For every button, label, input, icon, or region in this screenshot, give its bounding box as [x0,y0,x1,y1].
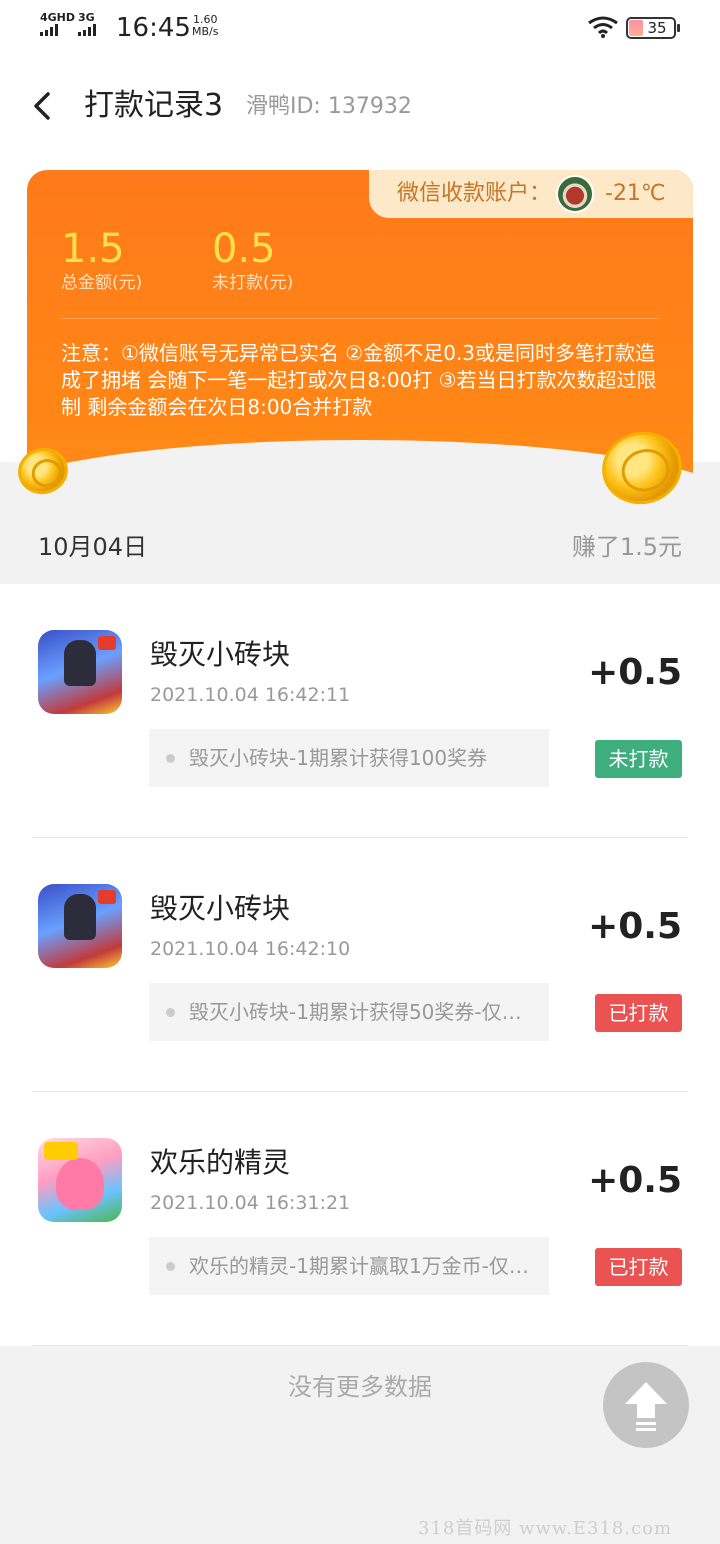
record-description-text: 欢乐的精灵-1期累计赢取1万金币-仅… [189,1254,529,1278]
app-name: 毁灭小砖块 [150,892,291,925]
wechat-account-tab[interactable]: 微信收款账户： -21℃ [369,170,693,218]
card-divider [61,318,659,319]
list-item[interactable]: 毁灭小砖块 2021.10.04 16:42:10 +0.5 毁灭小砖块-1期累… [0,838,720,1092]
payout-notice: 注意：①微信账号无异常已实名 ②金额不足0.3或是同时多笔打款造成了拥堵 会随下… [61,341,657,419]
record-description: 欢乐的精灵-1期累计赢取1万金币-仅… [149,1237,549,1295]
total-amount-label: 总金额(元) [61,273,143,293]
network-type-primary: 4GHD [40,11,76,24]
status-badge: 已打款 [595,1248,682,1286]
record-time: 2021.10.04 16:42:11 [150,684,351,706]
scroll-to-top-button[interactable] [603,1362,689,1448]
bullet-icon [166,1008,175,1017]
app-icon [38,630,122,714]
status-bar: 4GHD 3G 16:45 1.60 MB/s 35 [0,0,720,56]
page-title: 打款记录3 [84,88,224,123]
status-badge: 未打款 [595,740,682,778]
record-description-text: 毁灭小砖块-1期累计获得100奖券 [189,746,488,770]
wifi-icon [588,16,618,38]
page-header: 打款记录3 滑鸭ID: 137932 [0,70,720,142]
record-description: 毁灭小砖块-1期累计获得50奖券-仅… [149,983,549,1041]
total-amount: 1.5 [61,226,125,272]
wechat-account-label: 微信收款账户： [397,181,552,206]
avatar [556,175,594,213]
app-name: 毁灭小砖块 [150,638,291,671]
record-amount: +0.5 [588,906,682,947]
group-earned: 赚了1.5元 [571,533,682,561]
battery-icon: 35 [626,17,680,39]
list-item[interactable]: 欢乐的精灵 2021.10.04 16:31:21 +0.5 欢乐的精灵-1期累… [0,1092,720,1346]
clock: 16:45 [116,13,191,43]
app-name: 欢乐的精灵 [150,1146,291,1179]
app-icon [38,1138,122,1222]
date-group-header: 10月04日 赚了1.5元 [0,510,720,584]
user-id: 滑鸭ID: 137932 [246,94,412,119]
status-badge: 已打款 [595,994,682,1032]
network-speed: 1.60 MB/s [192,14,218,38]
battery-level: 35 [647,19,667,37]
signal-icon-secondary [78,24,96,36]
list-footer: 没有更多数据 [0,1346,720,1544]
unpaid-amount-label: 未打款(元) [212,273,294,293]
network-speed-unit: MB/s [192,25,219,38]
summary-card: 微信收款账户： -21℃ 1.5 总金额(元) 0.5 未打款(元) 注意：①微… [27,170,693,490]
record-description: 毁灭小砖块-1期累计获得100奖券 [149,729,549,787]
bullet-icon [166,754,175,763]
record-time: 2021.10.04 16:31:21 [150,1192,351,1214]
card-curve [27,440,693,490]
scroll-to-top-icon [625,1382,667,1431]
list-item[interactable]: 毁灭小砖块 2021.10.04 16:42:11 +0.5 毁灭小砖块-1期累… [0,584,720,838]
group-date: 10月04日 [38,533,148,561]
bullet-icon [166,1262,175,1271]
network-type-secondary: 3G [78,11,95,24]
app-icon [38,884,122,968]
unpaid-amount: 0.5 [212,226,276,272]
record-amount: +0.5 [588,1160,682,1201]
record-description-text: 毁灭小砖块-1期累计获得50奖券-仅… [189,1000,522,1024]
record-amount: +0.5 [588,652,682,693]
wechat-account-name: -21℃ [605,181,666,206]
watermark: 318首码网 www.E318.com [418,1518,673,1539]
signal-icon [40,24,58,36]
record-time: 2021.10.04 16:42:10 [150,938,351,960]
back-arrow-icon[interactable] [28,86,60,126]
